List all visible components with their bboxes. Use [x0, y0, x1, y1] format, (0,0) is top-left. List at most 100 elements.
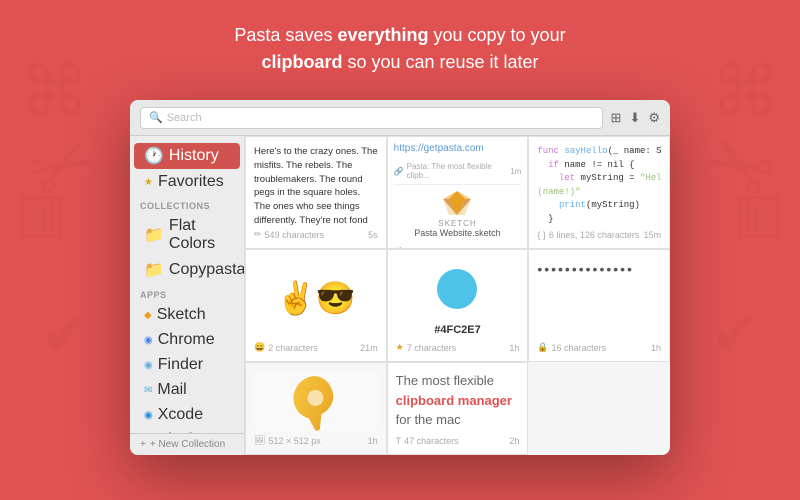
app-window: 🔍 Search ⊞ ⬇ ⚙ 🕐 History ★ Favorites Col…	[130, 100, 670, 455]
clip-color-content	[396, 258, 520, 324]
dots-clip-count: 16 characters	[552, 343, 607, 353]
emoji-clip-time: 21m	[360, 343, 378, 353]
header-section: Pasta saves everything you copy to your …	[0, 0, 800, 92]
flexible-clip-icon: T	[396, 436, 402, 446]
clip-card-emoji[interactable]: ✌️😎 😀 2 characters 21m	[245, 249, 387, 362]
sidebar: 🕐 History ★ Favorites Collections 📁 Flat…	[130, 136, 245, 455]
clip-card-image[interactable]: 🖼 512 × 512 px 1h	[245, 362, 387, 455]
plus-icon: +	[140, 439, 146, 450]
flexible-clip-time: 2h	[509, 436, 519, 446]
clip-card-dots[interactable]: •••••••••••••• 🔒 16 characters 1h	[528, 249, 670, 362]
folder-icon-2: 📁	[144, 260, 164, 280]
clip-code-content: func sayHello(_ name: String?) { if name…	[537, 145, 661, 226]
flexible-line1: The most flexible	[396, 373, 494, 388]
sketch-label: SKETCH	[438, 219, 476, 228]
sidebar-item-flat-colors[interactable]: 📁 Flat Colors	[134, 214, 240, 256]
bg-qr-left-icon: ▦	[15, 180, 67, 244]
emoji-clip-icon: 😀	[254, 342, 265, 353]
clip-url-content: https://getpasta.com	[394, 143, 522, 158]
search-bar[interactable]: 🔍 Search	[140, 107, 603, 129]
history-icon: 🕐	[144, 146, 164, 166]
search-icon: 🔍	[149, 111, 163, 124]
clip-emoji-footer: 😀 2 characters 21m	[254, 342, 378, 353]
clips-area: Here's to the crazy ones. The misfits. T…	[245, 136, 670, 455]
clip-color-footer: ★ 7 characters 1h	[396, 342, 520, 353]
url-clip-time: 1m	[510, 167, 521, 176]
sidebar-item-mail[interactable]: ✉ Mail	[134, 378, 240, 402]
chrome-app-icon: ◉	[144, 335, 153, 346]
code-clip-count: 6 lines, 126 characters	[549, 230, 640, 240]
sketch-app-icon: ◆	[144, 310, 152, 321]
sidebar-item-xcode[interactable]: ◉ Xcode	[134, 403, 240, 427]
sidebar-item-sketch[interactable]: ◆ Sketch	[134, 303, 240, 327]
header-line1: Pasta saves everything you copy to your	[0, 22, 800, 49]
bg-check-left-icon: ✔	[40, 300, 90, 370]
finder-app-icon: ◉	[144, 360, 153, 371]
clip-flexible-content: The most flexible clipboard manager for …	[396, 371, 520, 432]
clip-image-footer: 🖼 512 × 512 px 1h	[254, 435, 378, 446]
flexible-line2-bold: clipboard manager	[396, 393, 512, 408]
text-clip-icon: ✏	[254, 229, 262, 240]
mail-app-icon: ✉	[144, 385, 152, 396]
color-fav-icon: ★	[396, 342, 404, 353]
clip-code-footer: { } 6 lines, 126 characters 15m	[537, 230, 661, 240]
bg-qr-right-icon: ▦	[733, 180, 785, 244]
clip-card-code[interactable]: func sayHello(_ name: String?) { if name…	[528, 136, 670, 249]
clip-dots-footer: 🔒 16 characters 1h	[537, 342, 661, 353]
favorites-icon: ★	[144, 177, 153, 188]
dots-clip-time: 1h	[651, 343, 661, 353]
sidebar-item-history[interactable]: 🕐 History	[134, 143, 240, 169]
apps-title: Apps	[130, 284, 244, 302]
main-content: 🕐 History ★ Favorites Collections 📁 Flat…	[130, 136, 670, 455]
clip-dots-content: ••••••••••••••	[537, 258, 661, 338]
folder-icon: 📁	[144, 225, 164, 245]
sidebar-item-finder[interactable]: ◉ Finder	[134, 353, 240, 377]
image-clip-count: 512 × 512 px	[268, 436, 320, 446]
image-clip-time: 1h	[368, 436, 378, 446]
grid-icon[interactable]: ⊞	[611, 110, 622, 126]
code-clip-icon: { }	[537, 230, 546, 240]
toolbar: 🔍 Search ⊞ ⬇ ⚙	[130, 100, 670, 136]
url-clip-count: Pasta: The most flexible clipb...	[407, 162, 511, 180]
download-icon[interactable]: ⬇	[629, 110, 640, 126]
pasta-logo-svg	[286, 371, 346, 431]
flexible-clip-count: 47 characters	[404, 436, 459, 446]
flexible-line3: for the mac	[396, 412, 461, 427]
clip-card-url[interactable]: https://getpasta.com 🔗 Pasta: The most f…	[387, 136, 529, 249]
xcode-app-icon: ◉	[144, 410, 153, 421]
emoji-clip-count: 2 characters	[268, 343, 318, 353]
sketch-filename: Pasta Website.sketch	[394, 228, 522, 238]
clip-flexible-footer: T 47 characters 2h	[396, 436, 520, 446]
settings-icon[interactable]: ⚙	[648, 110, 660, 126]
sidebar-item-favorites[interactable]: ★ Favorites	[134, 170, 240, 194]
header-line2: clipboard so you can reuse it later	[0, 49, 800, 76]
url-clip-icon: 🔗	[394, 167, 404, 176]
clip-image-content	[254, 371, 378, 431]
clip-text-content: Here's to the crazy ones. The misfits. T…	[254, 145, 378, 225]
clip-card-color[interactable]: #4FC2E7 ★ 7 characters 1h	[387, 249, 529, 362]
sidebar-scroll: 🕐 History ★ Favorites Collections 📁 Flat…	[130, 136, 244, 433]
image-clip-icon: 🖼	[254, 435, 265, 446]
bg-check-right-icon: ✔	[710, 300, 760, 370]
color-clip-count: 7 characters	[407, 343, 457, 353]
clip-card-text[interactable]: Here's to the crazy ones. The misfits. T…	[245, 136, 387, 249]
toolbar-icons: ⊞ ⬇ ⚙	[611, 110, 660, 126]
clip-card-flexible[interactable]: The most flexible clipboard manager for …	[387, 362, 529, 455]
color-hex-value: #4FC2E7	[396, 324, 520, 336]
clip-text-footer: ✏ 549 characters 5s	[254, 229, 378, 240]
collections-title: Collections	[130, 195, 244, 213]
search-placeholder: Search	[167, 112, 202, 124]
sketch-logo-svg	[441, 189, 473, 217]
code-clip-time: 15m	[643, 230, 661, 240]
color-swatch	[437, 269, 477, 309]
sidebar-item-copypasta[interactable]: 📁 Copypasta	[134, 257, 240, 283]
dots-clip-icon: 🔒	[537, 342, 548, 353]
clip-sketch-footer: 📄 …ents/Projects/Pasta/Design/ 1m	[394, 242, 522, 249]
clip-url-footer: 🔗 Pasta: The most flexible clipb... 1m	[394, 162, 522, 180]
color-clip-time: 1h	[509, 343, 519, 353]
sidebar-item-chrome[interactable]: ◉ Chrome	[134, 328, 240, 352]
clip-emoji-content: ✌️😎	[254, 258, 378, 338]
text-clip-count: 549 characters	[265, 230, 325, 240]
sketch-path: …ents/Projects/Pasta/Design/	[407, 242, 511, 249]
new-collection-button[interactable]: + + New Collection	[130, 433, 244, 455]
